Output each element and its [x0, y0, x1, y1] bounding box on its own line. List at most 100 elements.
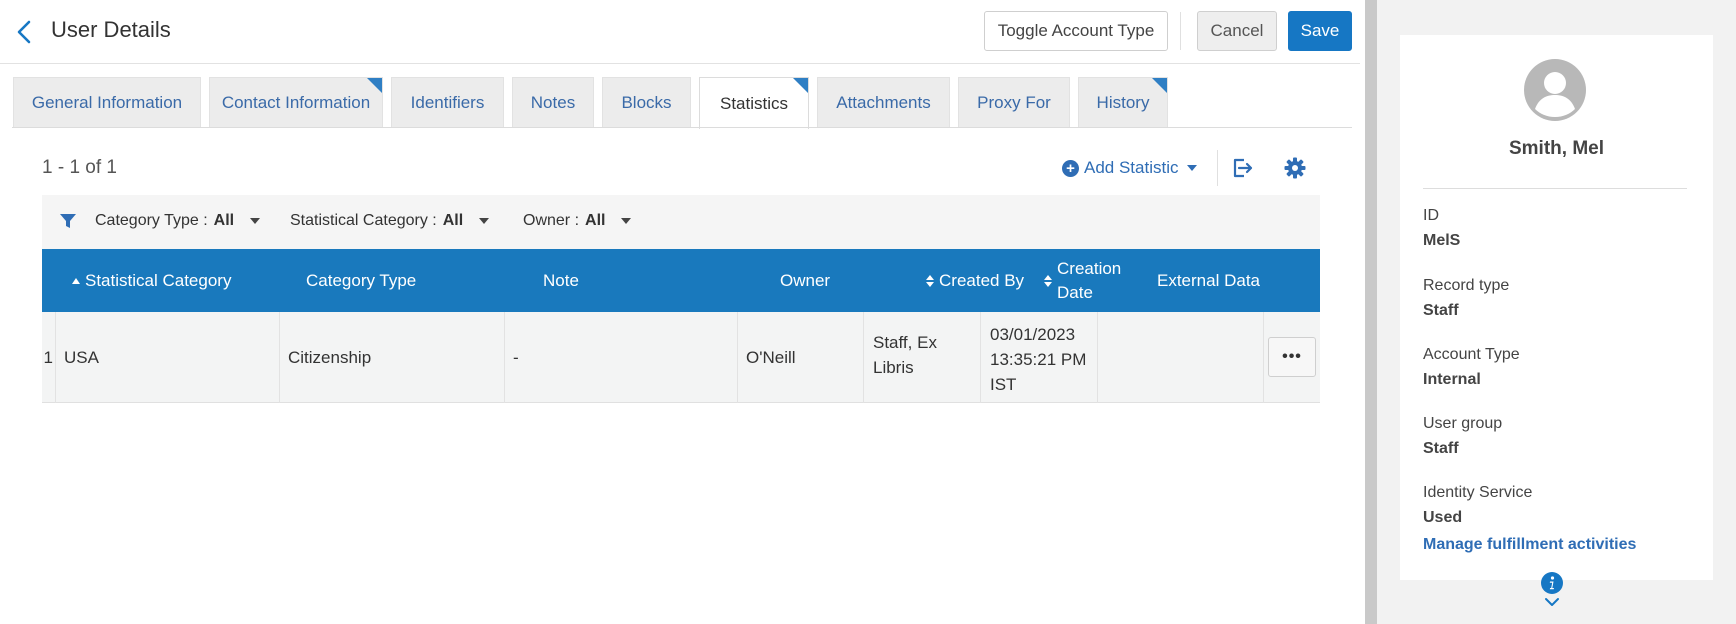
- cell-line: Staff, Ex: [873, 333, 937, 352]
- toggle-account-type-button[interactable]: Toggle Account Type: [984, 11, 1168, 51]
- field-label-account-type: Account Type: [1423, 346, 1520, 363]
- tab-label: Proxy For: [977, 93, 1051, 112]
- cell-note: -: [505, 312, 738, 403]
- cancel-button[interactable]: Cancel: [1197, 11, 1277, 51]
- tab-label: General Information: [31, 93, 183, 112]
- cell-text: O'Neill: [746, 347, 796, 367]
- field-label-id: ID: [1423, 207, 1439, 224]
- tab-label: Attachments: [836, 93, 931, 112]
- filter-icon: [60, 214, 76, 228]
- tab-blocks[interactable]: Blocks: [602, 77, 691, 128]
- header-divider: [1180, 12, 1181, 50]
- field-value-account-type: Internal: [1423, 371, 1481, 388]
- cell-created-by: Staff, Ex Libris: [864, 312, 981, 403]
- cell-line: IST: [990, 375, 1017, 394]
- cell-text: 03/01/2023 13:35:21 PM IST: [990, 322, 1086, 397]
- user-avatar-icon: [1524, 59, 1586, 121]
- cell-text: Staff, Ex Libris: [873, 330, 937, 380]
- info-icon[interactable]: [1541, 572, 1563, 594]
- tab-flag-icon: [793, 78, 808, 93]
- col-note[interactable]: Note: [543, 249, 579, 312]
- sort-ascending-icon: [72, 277, 80, 284]
- tab-flag-icon: [1152, 78, 1167, 93]
- tab-bar: General Information Contact Information …: [13, 77, 1353, 129]
- cell-text: -: [513, 347, 519, 367]
- filter-label: Category Type :: [95, 212, 208, 229]
- tab-contact-information[interactable]: Contact Information: [209, 77, 383, 128]
- filter-label: Owner :: [523, 212, 580, 229]
- filter-statistical-category[interactable]: Statistical Category : All: [290, 212, 490, 230]
- field-value-id: MelS: [1423, 232, 1461, 249]
- tab-flag-icon: [367, 78, 382, 93]
- export-icon[interactable]: [1230, 156, 1254, 180]
- field-value-record-type: Staff: [1423, 302, 1459, 319]
- user-name: Smith, Mel: [1508, 138, 1604, 159]
- field-value-identity-service: Used: [1423, 509, 1463, 526]
- cell-text: Citizenship: [288, 347, 372, 367]
- column-label: External Data: [1157, 270, 1260, 290]
- field-label-identity-service: Identity Service: [1423, 484, 1533, 501]
- main-area: User Details Toggle Account Type Cancel …: [0, 0, 1360, 624]
- tab-history[interactable]: History: [1078, 77, 1168, 128]
- tab-label: Contact Information: [221, 93, 371, 112]
- tab-label: Statistics: [719, 93, 789, 113]
- page-header: User Details Toggle Account Type Cancel …: [0, 0, 1360, 64]
- back-arrow-icon[interactable]: [12, 18, 36, 46]
- gear-icon[interactable]: [1283, 156, 1307, 180]
- caret-down-icon: [621, 218, 632, 224]
- field-label-record-type: Record type: [1423, 277, 1510, 294]
- col-external-data[interactable]: External Data: [1157, 249, 1260, 312]
- tab-statistics[interactable]: Statistics: [699, 77, 809, 129]
- add-statistic-button[interactable]: + Add Statistic: [1062, 156, 1197, 180]
- tab-notes[interactable]: Notes: [512, 77, 594, 128]
- filter-label: Statistical Category :: [290, 212, 437, 229]
- table-row[interactable]: 1 USA Citizenship - O'Neill Staff, Ex Li…: [42, 312, 1320, 403]
- filter-bar: Category Type : All Statistical Category…: [42, 195, 1320, 249]
- tab-label: Blocks: [621, 93, 672, 112]
- column-label-line: Date: [1057, 282, 1093, 302]
- col-created-by[interactable]: Created By: [926, 249, 1024, 312]
- chevron-down-icon[interactable]: [1543, 596, 1561, 608]
- plus-circle-icon: +: [1062, 159, 1079, 177]
- cell-external-data: [1098, 312, 1264, 403]
- card-divider: [1423, 188, 1687, 189]
- cell-category-type: Citizenship: [280, 312, 505, 403]
- col-statistical-category[interactable]: Statistical Category: [72, 249, 231, 312]
- filter-owner[interactable]: Owner : All: [523, 212, 632, 230]
- cell-statistical-category: USA: [56, 312, 280, 403]
- tab-identifiers[interactable]: Identifiers: [391, 77, 504, 128]
- cell-creation-date: 03/01/2023 13:35:21 PM IST: [981, 312, 1098, 403]
- manage-fulfillment-link[interactable]: Manage fulfillment activities: [1423, 536, 1636, 554]
- col-category-type[interactable]: Category Type: [306, 249, 416, 312]
- filter-value: All: [585, 212, 606, 229]
- result-counter: 1 - 1 of 1: [42, 157, 117, 178]
- filter-category-type[interactable]: Category Type : All: [95, 212, 261, 230]
- user-summary-panel: Smith, Mel ID MelS Record type Staff Acc…: [1377, 0, 1736, 624]
- filter-value: All: [213, 212, 235, 229]
- panel-resize-bar[interactable]: [1365, 0, 1377, 624]
- row-number: 1: [42, 312, 56, 403]
- field-value-user-group: Staff: [1423, 440, 1459, 457]
- cell-line: Libris: [873, 358, 914, 377]
- tab-attachments[interactable]: Attachments: [817, 77, 950, 128]
- column-label: Category Type: [306, 270, 417, 290]
- sort-icon: [1044, 274, 1052, 287]
- toolbar-divider: [1217, 150, 1218, 186]
- tab-label: Notes: [530, 93, 576, 112]
- cell-owner: O'Neill: [738, 312, 864, 403]
- col-creation-date[interactable]: Creation Date: [1044, 249, 1121, 312]
- row-actions-button[interactable]: •••: [1268, 337, 1316, 377]
- tab-general-information[interactable]: General Information: [13, 77, 201, 128]
- col-owner[interactable]: Owner: [780, 249, 830, 312]
- cell-text: USA: [64, 347, 99, 367]
- filter-value: All: [442, 212, 464, 229]
- tab-proxy-for[interactable]: Proxy For: [958, 77, 1070, 128]
- column-label: Statistical Category: [85, 270, 232, 290]
- tabs-underline: [12, 127, 1352, 128]
- more-icon: •••: [1282, 348, 1302, 365]
- save-button[interactable]: Save: [1288, 11, 1352, 51]
- table-header: Statistical Category Category Type Note …: [42, 249, 1320, 312]
- column-label: Creation Date: [1057, 257, 1121, 305]
- user-card: Smith, Mel ID MelS Record type Staff Acc…: [1400, 35, 1713, 580]
- caret-down-icon: [479, 218, 490, 224]
